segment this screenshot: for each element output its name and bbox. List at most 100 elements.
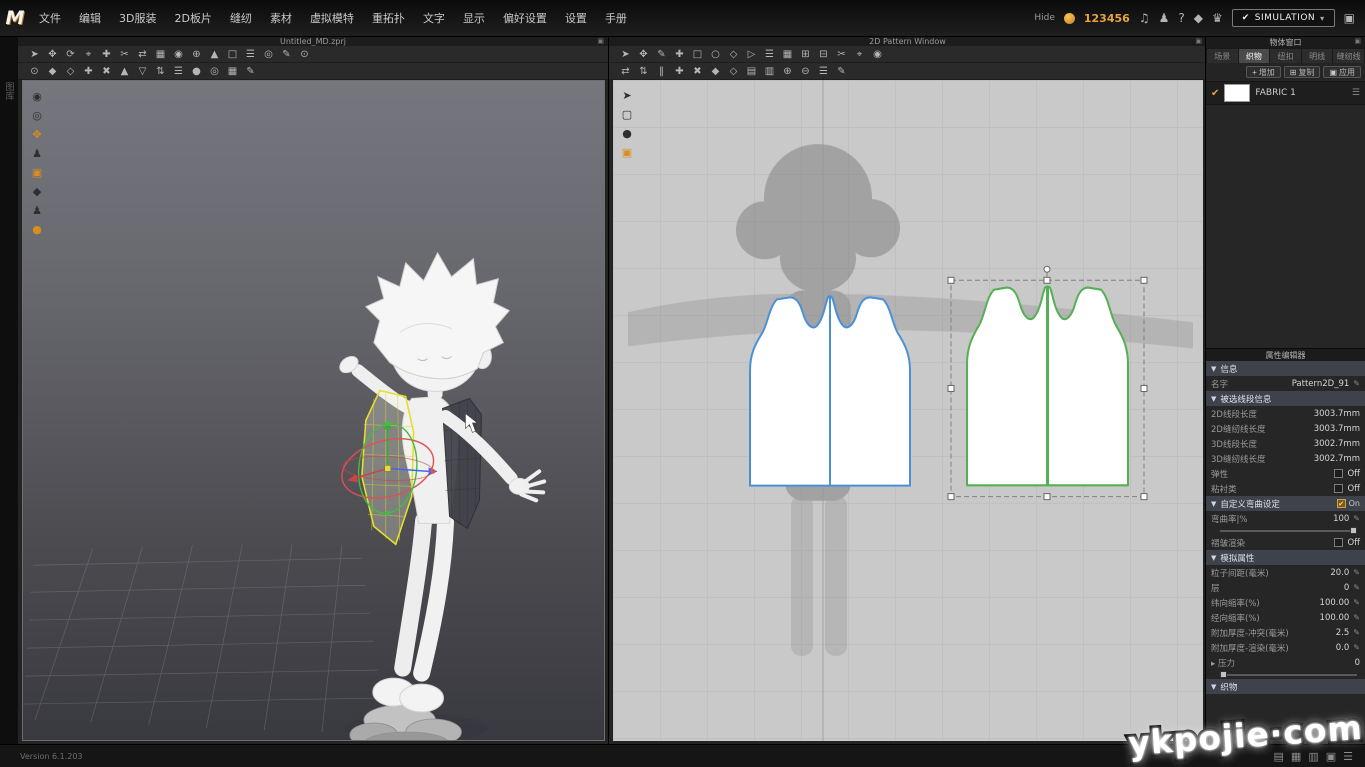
menubar-item[interactable]: 显示: [454, 10, 494, 26]
scissors-icon[interactable]: ✂: [116, 47, 133, 61]
remove-seam-icon[interactable]: ✖: [689, 64, 706, 78]
property-row[interactable]: 2D缝纫线长度3003.7mm: [1206, 421, 1365, 436]
edit-icon[interactable]: ✎: [1353, 568, 1360, 577]
edit-icon[interactable]: ✎: [1353, 613, 1360, 622]
add-rect-icon[interactable]: ⊞: [797, 47, 814, 61]
object-tab[interactable]: 明线: [1302, 49, 1333, 63]
menubar-item[interactable]: 偏好设置: [494, 10, 556, 26]
object-action-button[interactable]: ⊞ 复制: [1284, 66, 1321, 78]
property-section-header[interactable]: ▼信息: [1206, 361, 1365, 376]
property-row[interactable]: 褶皱渲染Off: [1206, 535, 1365, 550]
transform-tool-icon[interactable]: ➤: [617, 47, 634, 61]
list-icon[interactable]: ☰: [170, 64, 187, 78]
menubar-item[interactable]: 重拓扑: [363, 10, 414, 26]
mesh-display-icon[interactable]: ▦: [152, 47, 169, 61]
orbit-icon[interactable]: ◎: [260, 47, 277, 61]
object-action-button[interactable]: ▣ 应用: [1323, 66, 1361, 78]
move-tool-icon[interactable]: ✥: [44, 47, 61, 61]
add-point-icon[interactable]: ✚: [671, 47, 688, 61]
show-avatar-icon[interactable]: ◉: [28, 88, 46, 105]
property-row[interactable]: 3D线段长度3002.7mm: [1206, 436, 1365, 451]
property-section-header[interactable]: ▼自定义弯曲设定✔On: [1206, 496, 1365, 511]
arrangement-sphere-icon[interactable]: ●: [28, 221, 46, 238]
rotate-view-icon[interactable]: ⟳: [62, 47, 79, 61]
hatch-h-icon[interactable]: ▤: [743, 64, 760, 78]
menubar-item[interactable]: 虚拟模特: [301, 10, 363, 26]
point-icon[interactable]: ⊙: [296, 47, 313, 61]
notch-icon[interactable]: ◆: [707, 64, 724, 78]
panel-toggle-icon[interactable]: ▣: [1344, 11, 1355, 25]
2d-viewport[interactable]: ➤ ▢ ● ▣: [613, 80, 1203, 741]
subtract-icon[interactable]: ⊟: [815, 47, 832, 61]
property-section-header[interactable]: ▼织物: [1206, 679, 1365, 694]
polygon-tool-icon[interactable]: ▷: [743, 47, 760, 61]
library-vertical-tab[interactable]: 图库: [3, 82, 16, 100]
pen-tool-icon[interactable]: ✎: [278, 47, 295, 61]
sew-tool-icon[interactable]: ⇄: [617, 64, 634, 78]
gizmo-icon[interactable]: ✥: [28, 126, 46, 143]
menubar-item[interactable]: 编辑: [70, 10, 110, 26]
arrangement-points-icon[interactable]: ◎: [28, 107, 46, 124]
property-row[interactable]: 3D缝纫线长度3002.7mm: [1206, 451, 1365, 466]
menubar-item[interactable]: 2D板片: [165, 10, 220, 26]
pane-expand-icon[interactable]: ▣: [1195, 37, 1202, 45]
checkbox-icon[interactable]: [1334, 538, 1343, 547]
pane-expand-icon[interactable]: ▣: [1354, 37, 1361, 45]
object-tab[interactable]: 织物: [1239, 49, 1270, 63]
pleat-icon[interactable]: ◇: [725, 64, 742, 78]
circle-tool-icon[interactable]: ○: [707, 47, 724, 61]
remove-pin-icon[interactable]: ✖: [98, 64, 115, 78]
edit-pattern-icon[interactable]: ✎: [653, 47, 670, 61]
menubar-item[interactable]: 设置: [556, 10, 596, 26]
swap-layer-icon[interactable]: ⇅: [152, 64, 169, 78]
texture-2d-icon[interactable]: ▣: [618, 144, 636, 161]
menubar-item[interactable]: 3D服装: [110, 10, 165, 26]
grid-icon[interactable]: ▦: [224, 64, 241, 78]
fabric-swatch[interactable]: [1224, 84, 1250, 102]
grid-tool-icon[interactable]: ▦: [779, 47, 796, 61]
arrangement-sphere-2d-icon[interactable]: ●: [618, 125, 636, 142]
property-row[interactable]: 附加厚度-渲染(毫米)0.0✎: [1206, 640, 1365, 655]
edit-icon[interactable]: ✎: [1353, 514, 1360, 523]
seam-line-icon[interactable]: ‖: [653, 64, 670, 78]
sound-icon[interactable]: ♫: [1139, 11, 1150, 25]
hole-icon[interactable]: ◇: [62, 64, 79, 78]
magnet-tool-icon[interactable]: ⊕: [188, 47, 205, 61]
stitch-point-icon[interactable]: ⊙: [26, 64, 43, 78]
edit-icon[interactable]: ✎: [1353, 379, 1360, 388]
text-tool-icon[interactable]: ☰: [761, 47, 778, 61]
edit-icon[interactable]: ✎: [1353, 628, 1360, 637]
fabric-list-item[interactable]: ✔ FABRIC 1 ☰: [1206, 81, 1365, 105]
avatar-pose-icon[interactable]: ♟: [28, 145, 46, 162]
cut-tool-icon[interactable]: ✂: [833, 47, 850, 61]
property-row[interactable]: 粘衬类Off: [1206, 481, 1365, 496]
pattern-pair-front[interactable]: [750, 296, 910, 485]
property-row[interactable]: 纬向缩率(%)100.00✎: [1206, 595, 1365, 610]
fold-down-icon[interactable]: ▽: [134, 64, 151, 78]
check-icon[interactable]: ✔: [1211, 88, 1219, 99]
menubar-item[interactable]: 文字: [414, 10, 454, 26]
slider-handle[interactable]: [1350, 527, 1357, 534]
menubar-item[interactable]: 手册: [596, 10, 636, 26]
layout-full-icon[interactable]: ▣: [1326, 750, 1336, 763]
property-section-header[interactable]: ▼模拟属性: [1206, 550, 1365, 565]
3d-viewport[interactable]: ◉ ◎ ✥ ♟ ▣ ◆ ♟ ●: [22, 80, 605, 741]
free-sew-icon[interactable]: ⇅: [635, 64, 652, 78]
user-icon[interactable]: ♟: [1159, 11, 1170, 25]
add-pin-icon[interactable]: ✚: [80, 64, 97, 78]
mannequin-icon[interactable]: ♟: [28, 202, 46, 219]
dart-tool-icon[interactable]: ◇: [725, 47, 742, 61]
slider-handle[interactable]: [1220, 671, 1227, 678]
property-row[interactable]: ▸ 压力0: [1206, 655, 1365, 670]
add-seam-icon[interactable]: ✚: [671, 64, 688, 78]
checkbox-icon[interactable]: [1334, 469, 1343, 478]
sewing-tool-icon[interactable]: ⇄: [134, 47, 151, 61]
object-tab[interactable]: 缝纫线: [1333, 49, 1364, 63]
property-row[interactable]: 层0✎: [1206, 580, 1365, 595]
ring-icon[interactable]: ◎: [206, 64, 223, 78]
focus-2d-icon[interactable]: ⌖: [851, 47, 868, 61]
draw-2d-icon[interactable]: ✎: [833, 64, 850, 78]
app-logo[interactable]: M: [0, 7, 30, 29]
pattern-pair-selected[interactable]: [967, 287, 1128, 486]
help-icon[interactable]: ?: [1178, 11, 1184, 25]
